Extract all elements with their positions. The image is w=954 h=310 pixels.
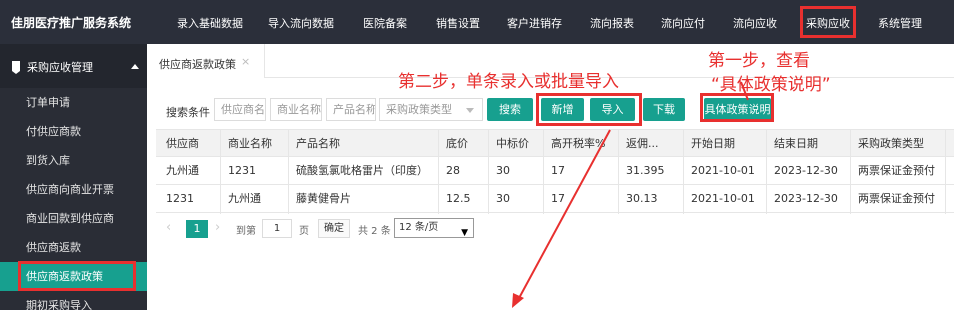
table-cell: 30 — [496, 164, 510, 177]
search-button[interactable]: 搜索 — [487, 98, 533, 121]
table-cell: 2021-10-01 — [691, 192, 755, 205]
annotation-highlight-box — [700, 93, 774, 122]
column-header[interactable]: 产品名称 — [296, 130, 340, 157]
nav-item-flow-report[interactable]: 流向报表 — [590, 15, 634, 31]
pager-confirm-button[interactable]: 确定 — [318, 219, 350, 238]
sidebar-item-supplier-rebate[interactable]: 供应商返款 — [0, 233, 147, 262]
table-cell: 九州通 — [166, 164, 199, 177]
table-cell: 两票保证金预付 — [858, 164, 935, 177]
annotation-step2: 第二步，单条录入或批量导入 — [398, 72, 619, 92]
policy-type-select[interactable]: 采购政策类型 — [379, 98, 483, 121]
column-divider — [945, 129, 946, 214]
nav-item-sales-settings[interactable]: 销售设置 — [436, 15, 480, 31]
arrow-head-icon — [512, 293, 524, 308]
chevron-down-icon — [466, 108, 474, 113]
column-divider — [438, 129, 439, 214]
tab-supplier-rebate-policy[interactable]: 供应商返款政策 × — [147, 44, 265, 78]
table-cell: 1231 — [228, 164, 256, 177]
table-header: 供应商 商业名称 产品名称 底价 中标价 高开税率% 返佣... 开始日期 结束… — [156, 129, 954, 157]
table-cell: 2023-12-30 — [774, 164, 838, 177]
column-divider — [488, 129, 489, 214]
table-cell: 12.5 — [446, 192, 471, 205]
table-cell: 硫酸氢氯吡格雷片（印度） — [296, 164, 428, 177]
annotation-step1-line2: “具体政策说明” — [711, 75, 831, 95]
pager-current-page[interactable]: 1 — [186, 220, 208, 238]
column-divider — [543, 129, 544, 214]
search-label: 搜索条件 — [166, 106, 210, 119]
product-name-input[interactable]: 产品名称 — [326, 98, 376, 121]
table-row[interactable]: 1231 九州通 藤黄健骨片 12.5 30 17 30.13 2021-10-… — [156, 185, 954, 213]
table-row[interactable]: 九州通 1231 硫酸氢氯吡格雷片（印度） 28 30 17 31.395 20… — [156, 157, 954, 185]
sidebar-item-goods-receipt[interactable]: 到货入库 — [0, 146, 147, 175]
table-cell: 藤黄健骨片 — [296, 192, 351, 205]
nav-item-import-flow-data[interactable]: 导入流向数据 — [268, 15, 334, 31]
table-cell: 31.395 — [626, 164, 665, 177]
chevron-up-icon — [131, 64, 139, 69]
table-cell: 17 — [551, 192, 565, 205]
sidebar-item-pay-supplier[interactable]: 付供应商款 — [0, 117, 147, 146]
sidebar-section-header[interactable]: 采购应收管理 — [0, 44, 147, 88]
column-header[interactable]: 供应商 — [166, 130, 199, 157]
column-header[interactable]: 底价 — [446, 130, 468, 157]
nav-item-flow-payable[interactable]: 流向应付 — [661, 15, 705, 31]
pager-goto-label: 到第 — [236, 226, 256, 237]
table-cell: 2023-12-30 — [774, 192, 838, 205]
sidebar-item-order-request[interactable]: 订单申请 — [0, 88, 147, 117]
table-cell: 1231 — [166, 192, 194, 205]
annotation-highlight-box — [18, 261, 136, 291]
nav-item-system-management[interactable]: 系统管理 — [878, 15, 922, 31]
table-cell: 2021-10-01 — [691, 164, 755, 177]
pager-goto-input[interactable]: 1 — [262, 219, 292, 238]
bookmark-icon — [12, 61, 20, 74]
tab-label: 供应商返款政策 — [159, 58, 236, 71]
policy-type-placeholder: 采购政策类型 — [386, 103, 452, 116]
table-cell: 九州通 — [228, 192, 261, 205]
app-title: 佳朋医疗推广服务系统 — [11, 16, 132, 30]
table-cell: 17 — [551, 164, 565, 177]
sidebar-item-initial-purchase-import[interactable]: 期初采购导入 — [0, 291, 147, 310]
column-header[interactable]: 采购政策类型 — [858, 130, 924, 157]
sidebar-item-business-payback[interactable]: 商业回款到供应商 — [0, 204, 147, 233]
table-cell: 30.13 — [626, 192, 658, 205]
sidebar-section-label: 采购应收管理 — [27, 61, 93, 74]
pager-total: 共 2 条 — [358, 226, 391, 237]
annotation-step1-line1: 第一步，查看 — [708, 51, 810, 71]
column-header[interactable]: 中标价 — [496, 130, 529, 157]
column-divider — [850, 129, 851, 214]
column-header[interactable]: 高开税率% — [551, 130, 605, 157]
annotation-highlight-box — [536, 93, 642, 126]
close-icon[interactable]: × — [241, 55, 250, 68]
column-divider — [618, 129, 619, 214]
column-divider — [766, 129, 767, 214]
column-header[interactable]: 开始日期 — [691, 130, 735, 157]
column-divider — [288, 129, 289, 214]
pager-page-label: 页 — [299, 226, 309, 237]
column-divider — [220, 129, 221, 214]
pager-next-button[interactable]: › — [215, 220, 220, 235]
page-size-value: 12 条/页 — [399, 222, 439, 233]
download-button[interactable]: 下载 — [643, 98, 685, 121]
table-cell: 两票保证金预付 — [858, 192, 935, 205]
page-size-select[interactable]: 12 条/页 ▼ — [394, 218, 474, 238]
nav-item-hospital-filing[interactable]: 医院备案 — [363, 15, 407, 31]
supplier-name-input[interactable]: 供应商名称 — [214, 98, 266, 121]
column-header[interactable]: 商业名称 — [228, 130, 272, 157]
nav-item-flow-receivable[interactable]: 流向应收 — [733, 15, 777, 31]
sidebar-item-supplier-invoice[interactable]: 供应商向商业开票 — [0, 175, 147, 204]
pager-prev-button[interactable]: ‹ — [166, 220, 171, 235]
business-name-input[interactable]: 商业名称 — [270, 98, 322, 121]
column-header[interactable]: 返佣... — [626, 130, 659, 157]
table-cell: 28 — [446, 164, 460, 177]
annotation-highlight-box — [800, 6, 856, 38]
nav-item-enter-base-data[interactable]: 录入基础数据 — [177, 15, 243, 31]
chevron-down-icon: ▼ — [461, 228, 468, 238]
column-divider — [683, 129, 684, 214]
table-cell: 30 — [496, 192, 510, 205]
column-header[interactable]: 结束日期 — [774, 130, 818, 157]
nav-item-customer-inventory[interactable]: 客户进销存 — [507, 15, 562, 31]
